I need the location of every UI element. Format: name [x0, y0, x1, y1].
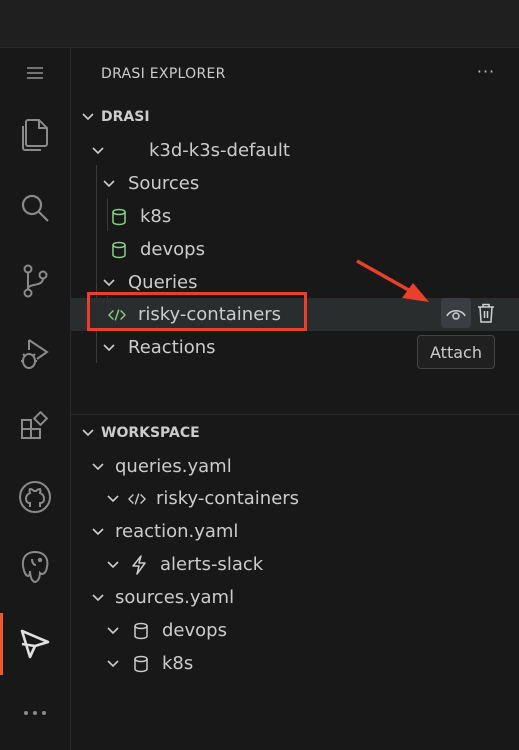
- activity-bar: [0, 48, 71, 750]
- chevron-down-icon: [107, 659, 119, 667]
- chevron-down-icon: [92, 527, 104, 535]
- section-workspace[interactable]: WORKSPACE: [71, 422, 200, 444]
- workspace-file[interactable]: queries.yaml: [71, 450, 519, 483]
- workspace-item[interactable]: risky-containers: [71, 482, 519, 515]
- chevron-down-icon: [107, 560, 119, 568]
- item-name: k8s: [162, 653, 194, 674]
- menu-icon[interactable]: [0, 48, 70, 98]
- chevron-down-icon: [92, 593, 104, 601]
- chevron-down-icon: [107, 626, 119, 634]
- explorer-icon[interactable]: [0, 110, 70, 160]
- workspace-file[interactable]: sources.yaml: [71, 581, 519, 614]
- file-name: queries.yaml: [115, 456, 232, 477]
- file-name: sources.yaml: [115, 587, 235, 608]
- drasi-icon[interactable]: [0, 613, 70, 675]
- file-name: reaction.yaml: [115, 521, 239, 542]
- section-workspace-label: WORKSPACE: [101, 425, 200, 441]
- run-debug-icon[interactable]: [0, 329, 70, 379]
- workspace-item[interactable]: alerts-slack: [71, 548, 519, 581]
- item-name: alerts-slack: [160, 554, 264, 575]
- postgres-icon[interactable]: [0, 542, 70, 592]
- code-icon: [128, 490, 146, 508]
- drasi-explorer-panel: DRASI EXPLORER ··· DRASI k3d-k3s-default…: [71, 48, 519, 750]
- item-name: devops: [162, 620, 227, 641]
- lightning-icon: [130, 554, 148, 575]
- database-icon: [132, 622, 150, 640]
- github-icon[interactable]: [0, 472, 70, 522]
- extensions-icon[interactable]: [0, 402, 70, 452]
- more-icon[interactable]: [0, 688, 70, 738]
- section-divider: [71, 414, 519, 415]
- red-arrow-annotation: [356, 259, 429, 302]
- chevron-down-icon: [107, 494, 119, 502]
- workspace-item[interactable]: k8s: [71, 647, 519, 680]
- search-icon[interactable]: [0, 183, 70, 233]
- database-icon: [132, 655, 150, 673]
- workspace-item[interactable]: devops: [71, 614, 519, 647]
- title-bar: [0, 0, 519, 48]
- item-name: risky-containers: [156, 488, 300, 509]
- workspace-file[interactable]: reaction.yaml: [71, 515, 519, 548]
- source-control-icon[interactable]: [0, 256, 70, 306]
- chevron-down-icon: [82, 429, 94, 437]
- chevron-down-icon: [92, 462, 104, 470]
